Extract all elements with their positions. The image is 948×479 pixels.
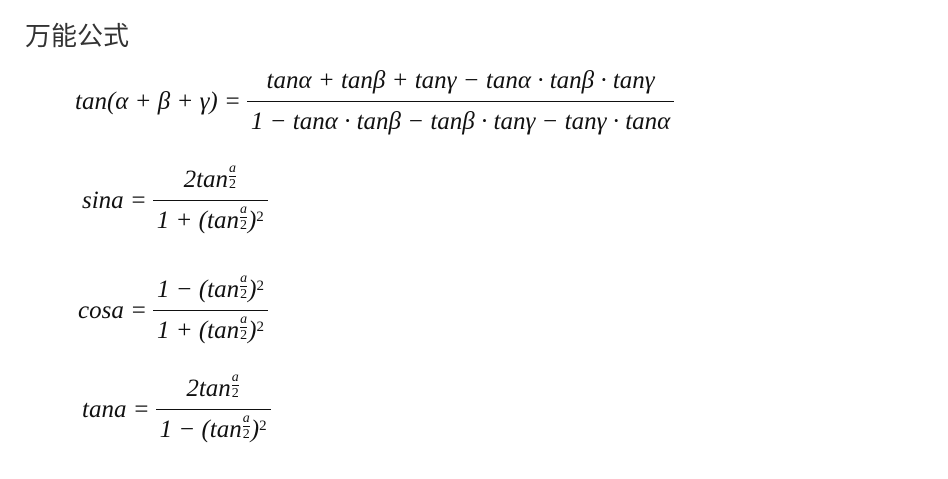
numerator: tanα + tanβ + tanγ − tanα · tanβ · tanγ — [263, 64, 659, 98]
denominator-text: 1 − (tan — [159, 416, 242, 443]
close-paren: ) — [248, 276, 257, 303]
small-numerator: a — [242, 410, 250, 426]
small-numerator: a — [240, 270, 248, 286]
small-numerator: a — [231, 369, 239, 385]
formula-2: sina = 2tan a 2 1 + (tan a 2) 2 — [82, 160, 268, 238]
numerator-text: 1 − (tan — [156, 276, 240, 303]
denominator-text: 1 + (tan — [156, 207, 239, 234]
formula-lhs: tan(α + β + γ) = — [75, 87, 241, 115]
page-title: 万能公式 — [25, 22, 130, 52]
half-angle-fraction: a2 — [240, 270, 248, 302]
numerator-text: tanα + tanβ + tanγ − tanα · tanβ · tanγ — [266, 67, 655, 94]
formula-lhs: sina = — [82, 186, 147, 214]
fraction-bar — [155, 409, 271, 410]
half-angle-fraction: a2 — [229, 160, 237, 192]
fraction: 2tan a 2 1 − (tan a 2) 2 — [155, 369, 271, 447]
formula-1: tan(α + β + γ) = tanα + tanβ + tanγ − tan… — [75, 64, 675, 139]
formula-lhs: tana = — [82, 395, 150, 423]
formula-3: cosa = 1 − (tan a 2) 2 1 + (tan a 2) 2 — [78, 270, 268, 348]
small-denominator: 2 — [240, 286, 248, 302]
numerator: 2tan a 2 — [180, 160, 241, 197]
fraction-bar — [152, 200, 268, 201]
exponent: 2 — [256, 277, 264, 294]
formula-4: tana = 2tan a 2 1 − (tan a 2) 2 — [82, 369, 271, 447]
exponent: 2 — [256, 318, 264, 335]
small-numerator: a — [240, 311, 248, 327]
denominator: 1 + (tan a 2) 2 — [153, 311, 268, 348]
small-denominator: 2 — [231, 385, 239, 401]
numerator: 2tan a 2 — [182, 369, 243, 406]
half-angle-fraction: a2 — [239, 201, 247, 233]
close-paren: ) — [250, 416, 260, 443]
formula-lhs: cosa = — [78, 296, 147, 324]
numerator-text: 2tan — [183, 166, 229, 193]
small-denominator: 2 — [242, 426, 250, 442]
close-paren: ) — [248, 317, 257, 344]
denominator-text: 1 + (tan — [156, 317, 240, 344]
exponent: 2 — [256, 208, 264, 225]
small-denominator: 2 — [239, 217, 247, 233]
half-angle-fraction: a2 — [240, 311, 248, 343]
fraction: 2tan a 2 1 + (tan a 2) 2 — [152, 160, 268, 238]
fraction: tanα + tanβ + tanγ − tanα · tanβ · tanγ 1… — [246, 64, 675, 139]
denominator: 1 + (tan a 2) 2 — [153, 201, 268, 238]
close-paren: ) — [247, 207, 257, 234]
fraction: 1 − (tan a 2) 2 1 + (tan a 2) 2 — [152, 270, 268, 348]
denominator-text: 1 − tanα · tanβ − tanβ · tanγ − tanγ · t… — [250, 108, 671, 135]
denominator: 1 − (tan a 2) 2 — [156, 410, 271, 447]
numerator-text: 2tan — [186, 375, 231, 402]
half-angle-fraction: a2 — [231, 369, 239, 401]
exponent: 2 — [259, 417, 267, 434]
half-angle-fraction: a2 — [242, 410, 250, 442]
numerator: 1 − (tan a 2) 2 — [153, 270, 268, 307]
fraction-bar — [152, 310, 268, 311]
small-denominator: 2 — [229, 176, 237, 192]
small-denominator: 2 — [240, 327, 248, 343]
small-numerator: a — [229, 160, 237, 176]
denominator: 1 − tanα · tanβ − tanβ · tanγ − tanγ · t… — [247, 105, 674, 139]
fraction-bar — [246, 101, 675, 102]
small-numerator: a — [239, 201, 247, 217]
